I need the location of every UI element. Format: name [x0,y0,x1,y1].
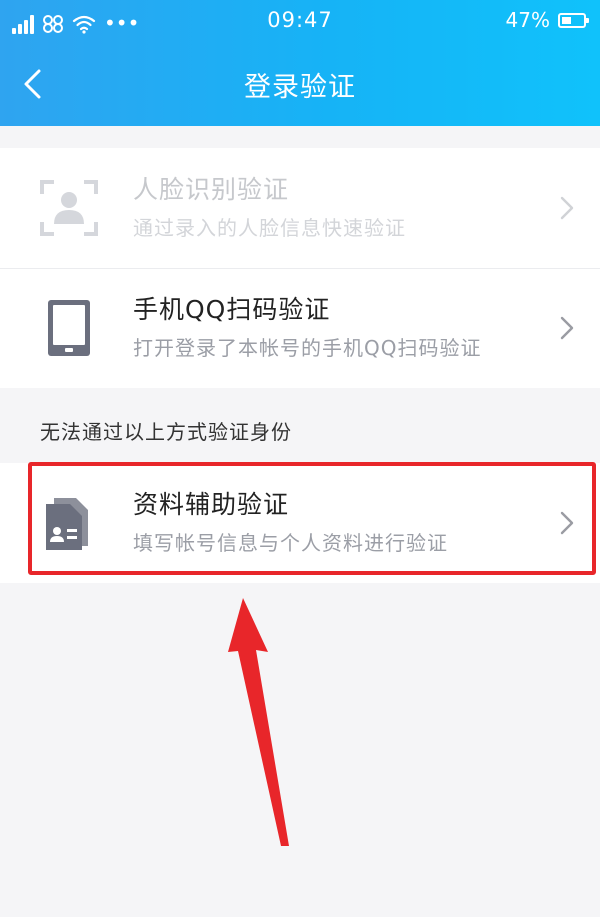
method-subtitle: 通过录入的人脸信息快速验证 [133,216,406,240]
method-title: 手机QQ扫码验证 [133,295,331,324]
method-face-verification[interactable]: 人脸识别验证 通过录入的人脸信息快速验证 [0,148,600,268]
status-bar: ••• 09:47 47% [0,0,600,44]
alternative-methods: 资料辅助验证 填写帐号信息与个人资料进行验证 [0,463,600,583]
annotation-arrow [228,598,289,846]
status-right: 47% [505,8,589,32]
page-title: 登录验证 [244,72,356,103]
battery-percent: 47% [505,8,550,32]
section-label: 无法通过以上方式验证身份 [40,420,292,444]
id-document-icon [38,492,100,554]
header: ••• 09:47 47% 登录验证 [0,0,600,126]
method-title: 资料辅助验证 [133,490,290,519]
method-title: 人脸识别验证 [133,175,290,204]
method-subtitle: 打开登录了本帐号的手机QQ扫码验证 [133,336,482,360]
chevron-right-icon [560,196,574,220]
method-subtitle: 填写帐号信息与个人资料进行验证 [133,531,448,555]
chevron-right-icon [560,316,574,340]
method-qq-scan-verification[interactable]: 手机QQ扫码验证 打开登录了本帐号的手机QQ扫码验证 [0,268,600,388]
battery-icon [558,12,589,28]
chevron-right-icon [560,511,574,535]
face-scan-icon [38,177,100,239]
phone-icon [38,297,100,359]
battery-fill [562,16,571,24]
verification-methods: 人脸识别验证 通过录入的人脸信息快速验证 手机QQ扫码验证 打开登录了本帐号的手… [0,148,600,388]
method-profile-assisted-verification[interactable]: 资料辅助验证 填写帐号信息与个人资料进行验证 [0,463,600,583]
nav-bar: 登录验证 [0,44,600,126]
